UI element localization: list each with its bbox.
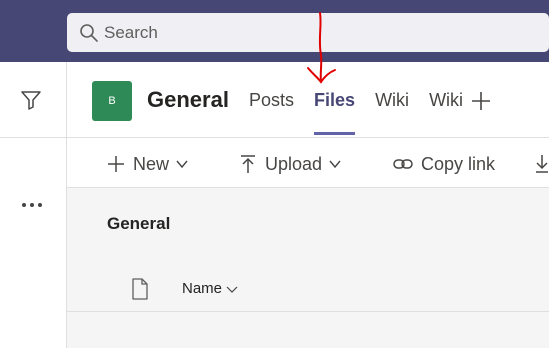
upload-icon bbox=[241, 155, 255, 173]
upload-label: Upload bbox=[265, 153, 323, 174]
copy-link-label: Copy link bbox=[421, 153, 496, 174]
rail-divider bbox=[0, 137, 67, 138]
tab-files[interactable]: Files bbox=[314, 90, 356, 135]
plus-icon bbox=[108, 156, 124, 172]
file-icon bbox=[132, 278, 148, 300]
name-column-header[interactable]: Name bbox=[182, 280, 238, 297]
chevron-down-icon bbox=[329, 160, 341, 169]
tab-bar: Posts Files Wiki Wiki bbox=[249, 90, 483, 135]
chevron-down-icon bbox=[226, 286, 238, 293]
tab-wiki[interactable]: Wiki bbox=[375, 90, 409, 135]
tab-wiki-2[interactable]: Wiki bbox=[429, 90, 463, 135]
tab-posts[interactable]: Posts bbox=[249, 90, 294, 135]
left-rail bbox=[0, 62, 67, 348]
filter-icon[interactable] bbox=[20, 89, 42, 111]
team-avatar[interactable]: B bbox=[92, 81, 132, 121]
add-tab-icon[interactable] bbox=[470, 90, 492, 112]
more-icon[interactable] bbox=[20, 200, 44, 210]
new-label: New bbox=[133, 153, 170, 174]
name-column-label: Name bbox=[182, 280, 223, 297]
new-button[interactable]: New bbox=[107, 152, 189, 176]
files-content: General Name bbox=[67, 188, 549, 348]
top-bar: Search bbox=[0, 0, 549, 62]
search-icon bbox=[80, 24, 98, 42]
search-placeholder: Search bbox=[104, 23, 158, 42]
download-button[interactable] bbox=[535, 152, 549, 176]
section-title: General bbox=[107, 214, 171, 233]
annotation-arrow bbox=[307, 12, 336, 84]
channel-title: General bbox=[147, 87, 229, 112]
download-icon bbox=[536, 155, 548, 173]
upload-button[interactable]: Upload bbox=[239, 152, 342, 176]
copy-link-button[interactable]: Copy link bbox=[393, 152, 501, 176]
list-divider bbox=[67, 311, 549, 312]
link-icon bbox=[393, 159, 413, 169]
files-toolbar: New Upload Copy link bbox=[67, 138, 549, 188]
chevron-down-icon bbox=[176, 160, 188, 169]
